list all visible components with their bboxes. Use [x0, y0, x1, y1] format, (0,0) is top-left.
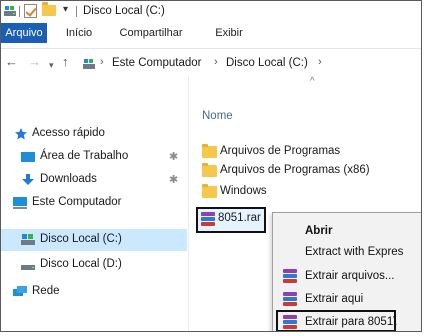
- sidebar-item-label: Downloads: [40, 173, 97, 185]
- folder-icon: [202, 144, 217, 158]
- sidebar-item-downloads[interactable]: Downloads ✱: [1, 169, 187, 191]
- breadcrumb-separator: ›: [318, 56, 322, 68]
- navigation-pane: Acesso rápido Área de Trabalho ✱ Downloa…: [1, 76, 189, 331]
- up-arrow-icon[interactable]: ↑: [62, 54, 69, 70]
- list-item[interactable]: Windows: [198, 182, 418, 201]
- star-icon: [15, 128, 27, 140]
- pin-icon[interactable]: ✱: [169, 150, 178, 163]
- menu-item-label: Abrir: [305, 225, 333, 237]
- sidebar-item-label: Área de Trabalho: [40, 150, 129, 162]
- file-explorer-window: ▾ Disco Local (C:) Arquivo Início Compar…: [0, 0, 422, 332]
- window-title: Disco Local (C:): [83, 5, 165, 17]
- desktop-icon: [21, 152, 35, 162]
- folder-icon: [202, 163, 217, 177]
- sidebar-item-label: Rede: [32, 285, 60, 297]
- customize-toolbar-icon[interactable]: ▾: [63, 4, 68, 15]
- list-item-selected[interactable]: 8051.rar: [196, 207, 266, 233]
- list-item[interactable]: Arquivos de Programas (x86): [198, 161, 418, 180]
- chevron-down-icon[interactable]: ▾: [49, 57, 54, 73]
- tab-arquivo[interactable]: Arquivo: [1, 23, 47, 43]
- breadcrumb-disco-local-c[interactable]: Disco Local (C:): [226, 57, 308, 69]
- file-name: Arquivos de Programas: [220, 145, 341, 157]
- menu-item-abrir[interactable]: Abrir: [273, 221, 421, 242]
- title-bar: ▾ Disco Local (C:): [1, 1, 421, 23]
- sidebar-item-label: Disco Local (D:): [40, 258, 122, 270]
- pin-icon[interactable]: ✱: [169, 173, 178, 186]
- sidebar-item-rede[interactable]: Rede: [1, 281, 187, 303]
- sort-chevron-icon[interactable]: ^: [310, 76, 315, 87]
- highlight-box: [276, 310, 396, 331]
- list-item[interactable]: Arquivos de Programas: [198, 142, 418, 161]
- winrar-icon: [201, 212, 215, 227]
- file-name: Arquivos de Programas (x86): [220, 164, 370, 176]
- sidebar-item-disco-local-c[interactable]: Disco Local (C:): [1, 229, 187, 251]
- ribbon-tabs: Arquivo Início Compartilhar Exibir: [1, 23, 421, 43]
- file-name: 8051.rar: [218, 212, 261, 224]
- breadcrumb-separator: ›: [214, 56, 218, 68]
- context-menu: Abrir Extract with Expres Extrair arquiv…: [272, 212, 421, 331]
- toolbar-separator: [19, 6, 20, 17]
- tab-exibir[interactable]: Exibir: [207, 23, 251, 43]
- menu-item-extrair-aqui[interactable]: Extrair aqui: [273, 289, 421, 310]
- folder-icon: [202, 184, 217, 198]
- menu-item-label: Extract with Expres: [305, 246, 404, 258]
- sidebar-item-label: Este Computador: [32, 196, 122, 208]
- menu-item-label: Extrair aqui: [305, 293, 364, 305]
- drive-icon: [4, 6, 16, 16]
- network-icon: [13, 286, 27, 296]
- sidebar-item-acesso-rapido[interactable]: Acesso rápido: [1, 123, 187, 145]
- back-arrow-icon[interactable]: ←: [5, 54, 18, 70]
- column-header-name[interactable]: Nome: [202, 110, 233, 122]
- new-folder-icon[interactable]: [42, 2, 56, 16]
- sidebar-item-area-de-trabalho[interactable]: Área de Trabalho ✱: [1, 146, 187, 168]
- tab-compartilhar[interactable]: Compartilhar: [109, 23, 193, 43]
- drive-icon: [21, 265, 35, 270]
- toolbar-separator: [76, 6, 77, 17]
- sidebar-item-este-computador[interactable]: Este Computador: [1, 192, 187, 214]
- sidebar-item-label: Acesso rápido: [32, 127, 105, 139]
- menu-item-extrair-arquivos[interactable]: Extrair arquivos...: [273, 266, 421, 287]
- breadcrumb-este-computador[interactable]: Este Computador: [112, 57, 202, 69]
- drive-icon: [83, 59, 95, 69]
- properties-icon[interactable]: [24, 4, 37, 18]
- computer-icon: [13, 197, 27, 209]
- download-icon: [22, 174, 34, 185]
- menu-item-label: Extrair arquivos...: [305, 270, 395, 282]
- forward-arrow-icon[interactable]: →: [28, 54, 41, 70]
- file-name: Windows: [220, 185, 267, 197]
- tab-inicio[interactable]: Início: [59, 23, 99, 43]
- breadcrumb-separator: ›: [100, 56, 104, 68]
- winrar-icon: [283, 269, 297, 284]
- sidebar-item-disco-local-d[interactable]: Disco Local (D:): [1, 254, 187, 276]
- sidebar-item-label: Disco Local (C:): [40, 233, 122, 245]
- winrar-icon: [283, 292, 297, 307]
- navigation-bar: ← → ▾ ↑ › Este Computador › Disco Local …: [1, 48, 421, 76]
- drive-icon: [21, 234, 35, 245]
- menu-item-extract-with-express[interactable]: Extract with Expres: [273, 242, 421, 263]
